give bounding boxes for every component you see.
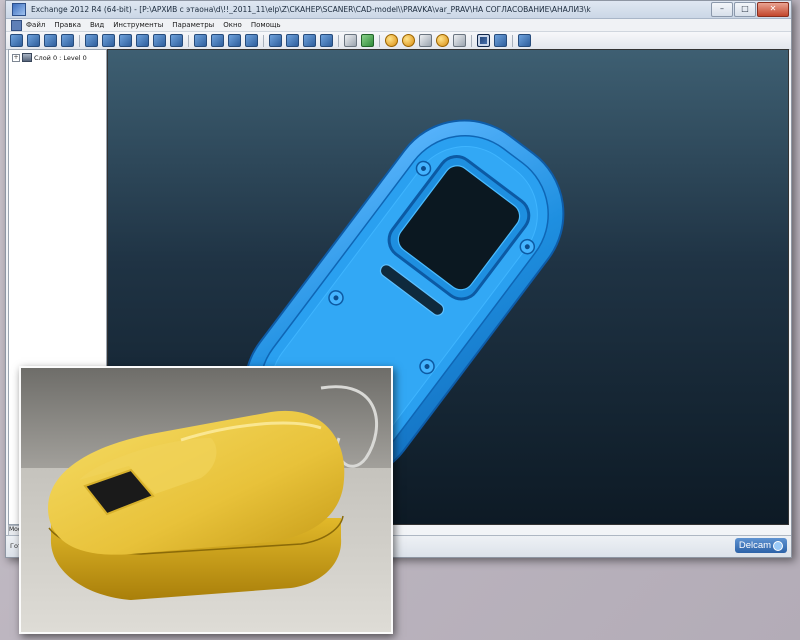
view-bottom-icon[interactable] — [153, 34, 166, 47]
toolbar-separator — [379, 34, 380, 47]
toolbar-separator — [263, 34, 264, 47]
delcam-logo-button[interactable]: Delcam — [735, 538, 787, 553]
delcam-brand-label: Delcam — [738, 540, 772, 551]
lamp-icon[interactable] — [436, 34, 449, 47]
open-icon[interactable] — [10, 34, 23, 47]
view-top-icon[interactable] — [85, 34, 98, 47]
view-back-icon[interactable] — [170, 34, 183, 47]
toolbar-separator — [79, 34, 80, 47]
measure-icon[interactable] — [518, 34, 531, 47]
minimize-button[interactable]: – — [711, 2, 733, 17]
window-title: Exchange 2012 R4 (64-bit) - [Р:\АРХИВ с … — [31, 5, 591, 14]
view-cube-icon[interactable] — [211, 34, 224, 47]
view-iso-icon[interactable] — [136, 34, 149, 47]
expand-icon[interactable]: + — [12, 53, 20, 62]
toolbar-separator — [512, 34, 513, 47]
menu-window[interactable]: Окно — [223, 21, 242, 29]
toolbar-separator — [338, 34, 339, 47]
zoom-window-icon[interactable] — [320, 34, 333, 47]
find-icon[interactable] — [344, 34, 357, 47]
tree-item-label: Слой 0 : Level 0 — [34, 53, 87, 62]
zoom-out-icon[interactable] — [303, 34, 316, 47]
menu-tools[interactable]: Инструменты — [113, 21, 163, 29]
sphere-icon[interactable] — [402, 34, 415, 47]
title-bar: Exchange 2012 R4 (64-bit) - [Р:\АРХИВ с … — [6, 1, 791, 19]
toolbar — [6, 31, 791, 50]
export-icon[interactable] — [44, 34, 57, 47]
view-side-icon[interactable] — [119, 34, 132, 47]
info-icon[interactable] — [494, 34, 507, 47]
menu-file[interactable]: Файл — [26, 21, 45, 29]
view-cube-icon[interactable] — [194, 34, 207, 47]
toolbar-separator — [188, 34, 189, 47]
window-controls: – □ ✕ — [711, 2, 789, 17]
menu-edit[interactable]: Правка — [54, 21, 81, 29]
tree-item-layer-0[interactable]: + Слой 0 : Level 0 — [12, 53, 87, 62]
view-front-icon[interactable] — [102, 34, 115, 47]
zoom-fit-icon[interactable] — [269, 34, 282, 47]
close-button[interactable]: ✕ — [757, 2, 789, 17]
menu-help[interactable]: Помощь — [251, 21, 281, 29]
zoom-in-icon[interactable] — [286, 34, 299, 47]
print-icon[interactable] — [61, 34, 74, 47]
device-photo — [19, 366, 393, 634]
settings-icon[interactable] — [453, 34, 466, 47]
toolbar-separator — [471, 34, 472, 47]
save-icon[interactable] — [27, 34, 40, 47]
menu-settings[interactable]: Параметры — [172, 21, 214, 29]
document-icon[interactable] — [11, 19, 22, 31]
refresh-icon[interactable] — [361, 34, 374, 47]
app-icon — [12, 3, 26, 16]
view-cube-icon[interactable] — [245, 34, 258, 47]
delcam-logo-icon — [773, 540, 784, 551]
globe-icon[interactable] — [419, 34, 432, 47]
menu-bar: Файл Правка Вид Инструменты Параметры Ок… — [6, 19, 791, 31]
layer-icon — [22, 53, 32, 62]
menu-view[interactable]: Вид — [90, 21, 104, 29]
shaded-mode-icon[interactable] — [477, 34, 490, 47]
sphere-icon[interactable] — [385, 34, 398, 47]
view-cube-icon[interactable] — [228, 34, 241, 47]
maximize-button[interactable]: □ — [734, 2, 756, 17]
device-photo-image — [21, 368, 391, 632]
